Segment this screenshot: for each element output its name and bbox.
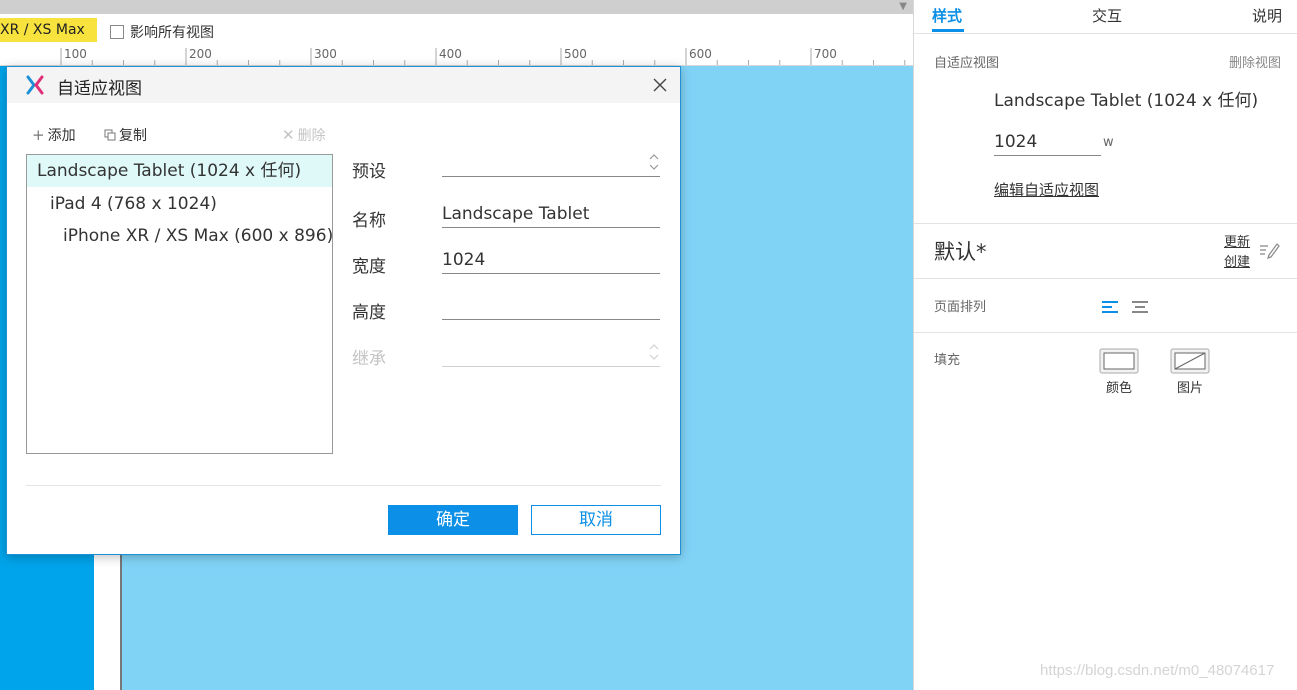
height-label: 高度	[352, 303, 386, 323]
inspector-panel: 样式 交互 说明 自适应视图 删除视图 Landscape Tablet (10…	[913, 0, 1297, 690]
update-style-link[interactable]: 更新	[1224, 231, 1250, 250]
align-left-icon[interactable]	[1101, 300, 1119, 314]
ruler-tick-label: 700	[814, 47, 837, 61]
page-style-name[interactable]: 默认*	[934, 236, 987, 266]
page-align-label: 页面排列	[934, 300, 987, 315]
inherit-select[interactable]	[442, 341, 660, 367]
create-style-link[interactable]: 创建	[1224, 251, 1250, 270]
panel-divider	[914, 332, 1297, 333]
axure-logo-icon	[26, 75, 44, 95]
width-label: 宽度	[352, 257, 386, 277]
inherit-label: 继承	[352, 349, 386, 369]
edit-adaptive-views-link[interactable]: 编辑自适应视图	[994, 179, 1099, 200]
current-view-chip[interactable]: XR / XS Max	[0, 18, 97, 42]
affect-all-views-label: 影响所有视图	[130, 25, 214, 41]
add-view-label: 添加	[47, 128, 76, 144]
inspector-tabs: 样式 交互 说明	[914, 0, 1297, 34]
affect-all-views-option[interactable]: 影响所有视图	[110, 22, 214, 42]
dialog-divider	[26, 485, 661, 486]
watermark-text: https://blog.csdn.net/m0_48074617	[1040, 662, 1275, 679]
tab-notes[interactable]: 说明	[1252, 5, 1282, 26]
ruler-tick-label: 400	[439, 47, 462, 61]
view-list-item[interactable]: iPhone XR / XS Max (600 x 896)	[27, 220, 333, 252]
view-list-item[interactable]: iPad 4 (768 x 1024)	[27, 188, 332, 220]
align-center-icon[interactable]	[1131, 300, 1149, 314]
ruler-tick-label: 100	[64, 47, 87, 61]
horizontal-ruler: 100 200 300 400 500 600 700	[0, 46, 913, 66]
ruler-tick-label: 600	[689, 47, 712, 61]
canvas-top-bar: ▼	[0, 0, 913, 14]
adaptive-view-section-label: 自适应视图	[934, 56, 1000, 71]
ok-button[interactable]: 确定	[388, 505, 518, 535]
adaptive-views-dialog: 自适应视图 + 添加 复制 ✕ 删除 Landscape Tablet (102…	[6, 66, 681, 555]
cancel-button[interactable]: 取消	[531, 505, 661, 535]
panel-divider	[914, 223, 1297, 224]
delete-view-link[interactable]: 删除视图	[1229, 52, 1281, 71]
delete-view-label: 删除	[297, 128, 326, 144]
view-list-item[interactable]: Landscape Tablet (1024 x 任何)	[27, 155, 332, 187]
chevron-down-icon[interactable]: ▼	[899, 1, 907, 12]
ruler-tick-label: 200	[189, 47, 212, 61]
close-icon[interactable]	[648, 73, 672, 97]
name-label: 名称	[352, 211, 386, 231]
adaptive-view-list[interactable]: Landscape Tablet (1024 x 任何) iPad 4 (768…	[26, 154, 333, 454]
active-tab-indicator	[932, 29, 964, 32]
tab-interactions[interactable]: 交互	[1092, 5, 1122, 26]
dialog-title-bar[interactable]: 自适应视图	[7, 67, 680, 103]
affect-all-views-checkbox[interactable]	[110, 25, 124, 39]
current-view-name: Landscape Tablet (1024 x 任何)	[994, 91, 1259, 111]
spinner-arrows-icon[interactable]	[648, 151, 660, 173]
delete-view-button[interactable]: ✕ 删除	[282, 125, 326, 145]
fill-label: 填充	[934, 353, 961, 368]
fill-image-label: 图片	[1177, 381, 1204, 396]
ruler-tick-label: 300	[314, 47, 337, 61]
tab-style[interactable]: 样式	[932, 5, 962, 26]
name-input[interactable]: Landscape Tablet	[442, 202, 660, 228]
view-width-input[interactable]: 1024	[994, 130, 1101, 156]
width-unit-label: w	[1103, 135, 1114, 150]
add-view-button[interactable]: + 添加	[32, 125, 76, 145]
spinner-arrows-icon[interactable]	[648, 341, 660, 363]
edit-style-icon[interactable]	[1258, 240, 1280, 260]
preset-select[interactable]	[442, 151, 660, 177]
close-x-icon: ✕	[282, 126, 295, 144]
fill-color-label: 颜色	[1106, 381, 1133, 396]
dialog-title: 自适应视图	[57, 79, 142, 99]
panel-divider	[914, 278, 1297, 279]
height-input[interactable]	[442, 294, 660, 320]
ruler-tick-label: 500	[564, 47, 587, 61]
fill-color-icon[interactable]	[1099, 348, 1139, 374]
width-input[interactable]: 1024	[442, 248, 660, 274]
copy-view-button[interactable]: 复制	[104, 125, 147, 145]
view-list-toolbar: + 添加 复制 ✕ 删除	[32, 125, 332, 145]
adaptive-view-bar: XR / XS Max 影响所有视图	[0, 14, 913, 46]
fill-image-icon[interactable]	[1170, 348, 1210, 374]
copy-icon	[104, 129, 116, 141]
copy-view-label: 复制	[119, 128, 147, 144]
plus-icon: +	[32, 126, 45, 144]
preset-label: 预设	[352, 162, 386, 182]
